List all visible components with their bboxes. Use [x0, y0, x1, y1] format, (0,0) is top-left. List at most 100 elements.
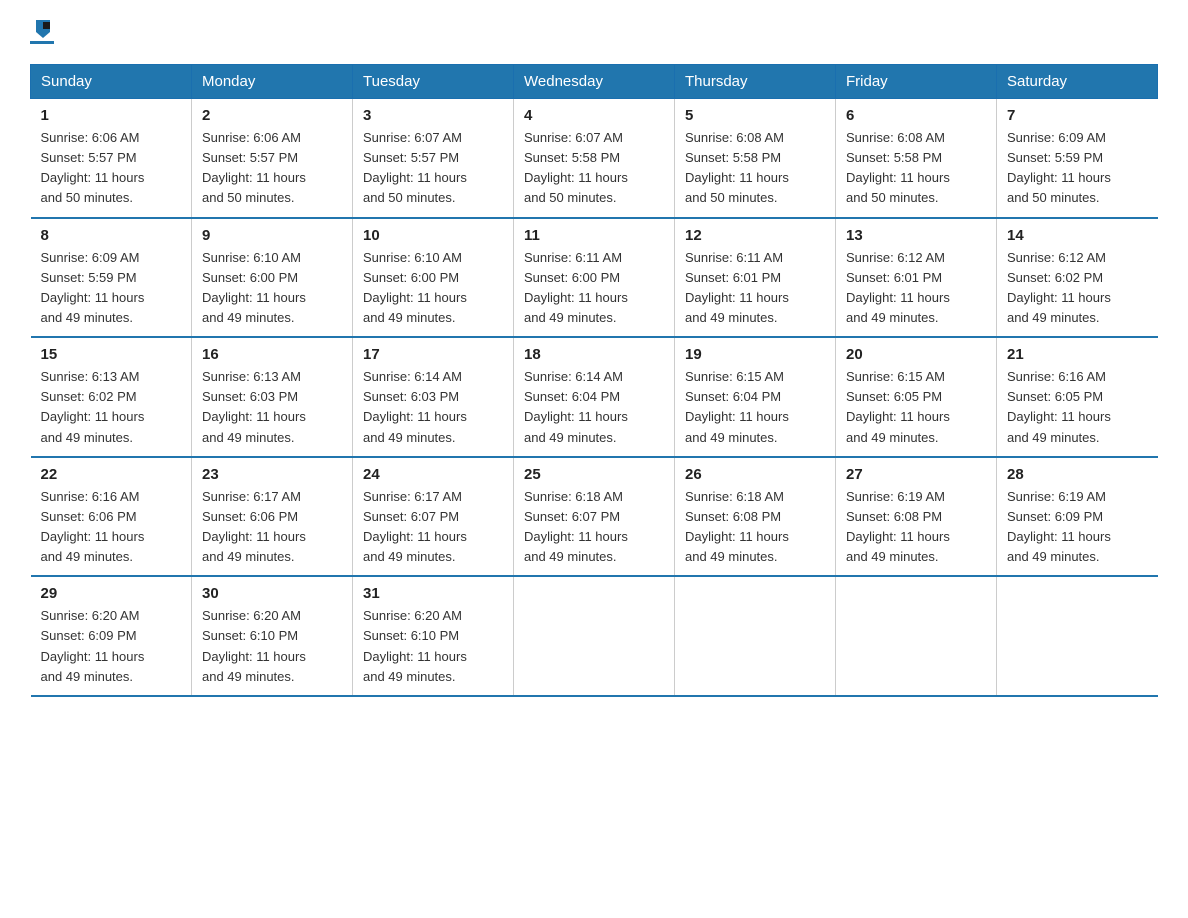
calendar-cell: 11 Sunrise: 6:11 AMSunset: 6:00 PMDayligh…	[514, 218, 675, 338]
day-number: 17	[363, 346, 503, 363]
calendar-cell: 4Sunrise: 6:07 AMSunset: 5:58 PMDaylight…	[514, 99, 675, 218]
calendar-cell: 12 Sunrise: 6:11 AMSunset: 6:01 PMDayligh…	[675, 218, 836, 338]
day-number: 4	[524, 107, 664, 124]
calendar-cell: 9 Sunrise: 6:10 AMSunset: 6:00 PMDaylight…	[192, 218, 353, 338]
day-number: 10	[363, 227, 503, 244]
day-number: 6	[846, 107, 986, 124]
day-info: Sunrise: 6:08 AMSunset: 5:58 PMDaylight:…	[846, 128, 986, 209]
calendar-cell: 22Sunrise: 6:16 AMSunset: 6:06 PMDayligh…	[31, 457, 192, 577]
calendar-table: SundayMondayTuesdayWednesdayThursdayFrid…	[30, 64, 1158, 697]
calendar-cell: 1 Sunrise: 6:06 AMSunset: 5:57 PMDaylight…	[31, 99, 192, 218]
header-wednesday: Wednesday	[514, 65, 675, 99]
day-number: 25	[524, 466, 664, 483]
calendar-cell: 3Sunrise: 6:07 AMSunset: 5:57 PMDaylight…	[353, 99, 514, 218]
day-info: Sunrise: 6:09 AMSunset: 5:59 PMDaylight:…	[41, 248, 182, 329]
calendar-cell: 7Sunrise: 6:09 AMSunset: 5:59 PMDaylight…	[997, 99, 1158, 218]
day-number: 29	[41, 585, 182, 602]
day-number: 27	[846, 466, 986, 483]
day-info: Sunrise: 6:19 AMSunset: 6:08 PMDaylight:…	[846, 487, 986, 568]
calendar-cell	[836, 576, 997, 696]
header-sunday: Sunday	[31, 65, 192, 99]
day-number: 1	[41, 107, 182, 124]
day-number: 13	[846, 227, 986, 244]
calendar-week-row: 15Sunrise: 6:13 AMSunset: 6:02 PMDayligh…	[31, 337, 1158, 457]
day-number: 21	[1007, 346, 1148, 363]
calendar-cell: 8 Sunrise: 6:09 AMSunset: 5:59 PMDaylight…	[31, 218, 192, 338]
calendar-cell: 6 Sunrise: 6:08 AMSunset: 5:58 PMDaylight…	[836, 99, 997, 218]
day-number: 19	[685, 346, 825, 363]
calendar-cell	[675, 576, 836, 696]
calendar-cell: 13 Sunrise: 6:12 AMSunset: 6:01 PMDayligh…	[836, 218, 997, 338]
day-info: Sunrise: 6:10 AMSunset: 6:00 PMDaylight:…	[202, 248, 342, 329]
calendar-header-row: SundayMondayTuesdayWednesdayThursdayFrid…	[31, 65, 1158, 99]
day-number: 31	[363, 585, 503, 602]
day-info: Sunrise: 6:18 AMSunset: 6:07 PMDaylight:…	[524, 487, 664, 568]
day-number: 26	[685, 466, 825, 483]
day-number: 23	[202, 466, 342, 483]
day-number: 7	[1007, 107, 1148, 124]
calendar-week-row: 8 Sunrise: 6:09 AMSunset: 5:59 PMDaylight…	[31, 218, 1158, 338]
day-info: Sunrise: 6:06 AMSunset: 5:57 PMDaylight:…	[41, 128, 182, 209]
day-number: 2	[202, 107, 342, 124]
day-number: 11	[524, 227, 664, 244]
header-thursday: Thursday	[675, 65, 836, 99]
day-info: Sunrise: 6:12 AMSunset: 6:01 PMDaylight:…	[846, 248, 986, 329]
day-number: 3	[363, 107, 503, 124]
day-info: Sunrise: 6:06 AMSunset: 5:57 PMDaylight:…	[202, 128, 342, 209]
header-monday: Monday	[192, 65, 353, 99]
day-number: 28	[1007, 466, 1148, 483]
day-info: Sunrise: 6:17 AMSunset: 6:07 PMDaylight:…	[363, 487, 503, 568]
day-info: Sunrise: 6:18 AMSunset: 6:08 PMDaylight:…	[685, 487, 825, 568]
day-info: Sunrise: 6:19 AMSunset: 6:09 PMDaylight:…	[1007, 487, 1148, 568]
calendar-cell: 10 Sunrise: 6:10 AMSunset: 6:00 PMDayligh…	[353, 218, 514, 338]
calendar-cell: 30Sunrise: 6:20 AMSunset: 6:10 PMDayligh…	[192, 576, 353, 696]
day-info: Sunrise: 6:10 AMSunset: 6:00 PMDaylight:…	[363, 248, 503, 329]
calendar-cell: 27 Sunrise: 6:19 AMSunset: 6:08 PMDayligh…	[836, 457, 997, 577]
calendar-cell: 18Sunrise: 6:14 AMSunset: 6:04 PMDayligh…	[514, 337, 675, 457]
day-number: 18	[524, 346, 664, 363]
calendar-cell	[514, 576, 675, 696]
calendar-cell: 21 Sunrise: 6:16 AMSunset: 6:05 PMDayligh…	[997, 337, 1158, 457]
day-number: 8	[41, 227, 182, 244]
day-info: Sunrise: 6:08 AMSunset: 5:58 PMDaylight:…	[685, 128, 825, 209]
calendar-week-row: 29 Sunrise: 6:20 AMSunset: 6:09 PMDayligh…	[31, 576, 1158, 696]
calendar-cell	[997, 576, 1158, 696]
calendar-cell: 23 Sunrise: 6:17 AMSunset: 6:06 PMDayligh…	[192, 457, 353, 577]
day-number: 9	[202, 227, 342, 244]
day-number: 16	[202, 346, 342, 363]
calendar-cell: 14 Sunrise: 6:12 AMSunset: 6:02 PMDayligh…	[997, 218, 1158, 338]
calendar-week-row: 1 Sunrise: 6:06 AMSunset: 5:57 PMDaylight…	[31, 99, 1158, 218]
day-number: 24	[363, 466, 503, 483]
calendar-cell: 5 Sunrise: 6:08 AMSunset: 5:58 PMDaylight…	[675, 99, 836, 218]
day-info: Sunrise: 6:16 AMSunset: 6:06 PMDaylight:…	[41, 487, 182, 568]
calendar-week-row: 22Sunrise: 6:16 AMSunset: 6:06 PMDayligh…	[31, 457, 1158, 577]
header-saturday: Saturday	[997, 65, 1158, 99]
day-info: Sunrise: 6:20 AMSunset: 6:09 PMDaylight:…	[41, 606, 182, 687]
day-info: Sunrise: 6:20 AMSunset: 6:10 PMDaylight:…	[363, 606, 503, 687]
calendar-cell: 20Sunrise: 6:15 AMSunset: 6:05 PMDayligh…	[836, 337, 997, 457]
day-info: Sunrise: 6:14 AMSunset: 6:03 PMDaylight:…	[363, 367, 503, 448]
day-info: Sunrise: 6:16 AMSunset: 6:05 PMDaylight:…	[1007, 367, 1148, 448]
calendar-cell: 15Sunrise: 6:13 AMSunset: 6:02 PMDayligh…	[31, 337, 192, 457]
day-number: 14	[1007, 227, 1148, 244]
day-number: 12	[685, 227, 825, 244]
day-number: 5	[685, 107, 825, 124]
day-info: Sunrise: 6:17 AMSunset: 6:06 PMDaylight:…	[202, 487, 342, 568]
calendar-cell: 24 Sunrise: 6:17 AMSunset: 6:07 PMDayligh…	[353, 457, 514, 577]
calendar-cell: 25 Sunrise: 6:18 AMSunset: 6:07 PMDayligh…	[514, 457, 675, 577]
day-info: Sunrise: 6:11 AMSunset: 6:01 PMDaylight:…	[685, 248, 825, 329]
day-info: Sunrise: 6:15 AMSunset: 6:04 PMDaylight:…	[685, 367, 825, 448]
calendar-cell: 28 Sunrise: 6:19 AMSunset: 6:09 PMDayligh…	[997, 457, 1158, 577]
calendar-cell: 19 Sunrise: 6:15 AMSunset: 6:04 PMDayligh…	[675, 337, 836, 457]
day-info: Sunrise: 6:12 AMSunset: 6:02 PMDaylight:…	[1007, 248, 1148, 329]
header-friday: Friday	[836, 65, 997, 99]
day-info: Sunrise: 6:13 AMSunset: 6:03 PMDaylight:…	[202, 367, 342, 448]
day-info: Sunrise: 6:20 AMSunset: 6:10 PMDaylight:…	[202, 606, 342, 687]
header-tuesday: Tuesday	[353, 65, 514, 99]
day-info: Sunrise: 6:11 AMSunset: 6:00 PMDaylight:…	[524, 248, 664, 329]
calendar-cell: 16 Sunrise: 6:13 AMSunset: 6:03 PMDayligh…	[192, 337, 353, 457]
logo	[30, 20, 54, 44]
logo-arrow-icon	[32, 18, 54, 40]
calendar-cell: 2 Sunrise: 6:06 AMSunset: 5:57 PMDaylight…	[192, 99, 353, 218]
day-number: 15	[41, 346, 182, 363]
